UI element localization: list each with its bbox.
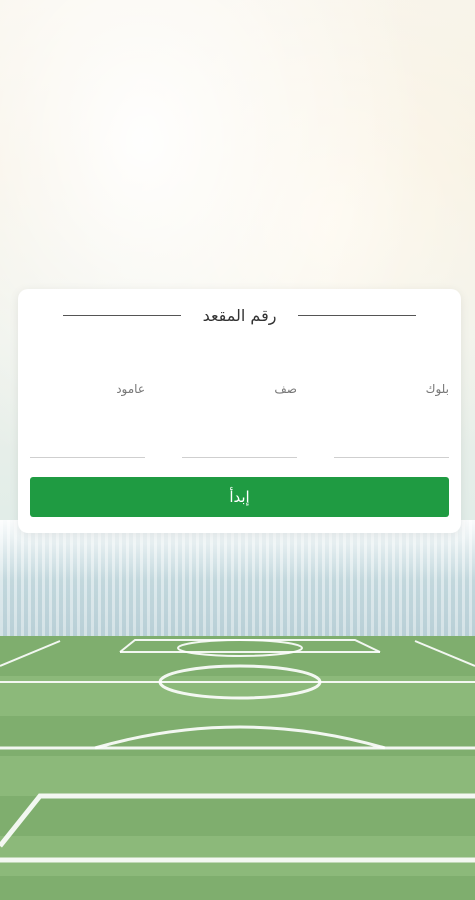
- card-title: رقم المقعد: [202, 305, 277, 325]
- seat-number-card: رقم المقعد بلوك صف عامود إبدأ: [18, 289, 461, 533]
- block-input[interactable]: [334, 405, 449, 458]
- start-button[interactable]: إبدأ: [30, 477, 449, 517]
- pitch-lines: [0, 639, 475, 863]
- block-field-group: بلوك: [334, 369, 449, 459]
- title-divider-left: [62, 314, 181, 316]
- column-label: عامود: [116, 382, 145, 396]
- card-header: رقم المقعد: [18, 303, 461, 327]
- row-label: صف: [274, 382, 297, 396]
- row-field-group: صف: [182, 369, 297, 459]
- seat-fields: بلوك صف عامود: [30, 369, 449, 459]
- block-label: بلوك: [425, 382, 449, 396]
- title-divider-right: [298, 314, 417, 316]
- column-field-group: عامود: [30, 369, 145, 459]
- column-input[interactable]: [30, 405, 145, 458]
- row-input[interactable]: [182, 405, 297, 458]
- football-pitch: [0, 636, 475, 900]
